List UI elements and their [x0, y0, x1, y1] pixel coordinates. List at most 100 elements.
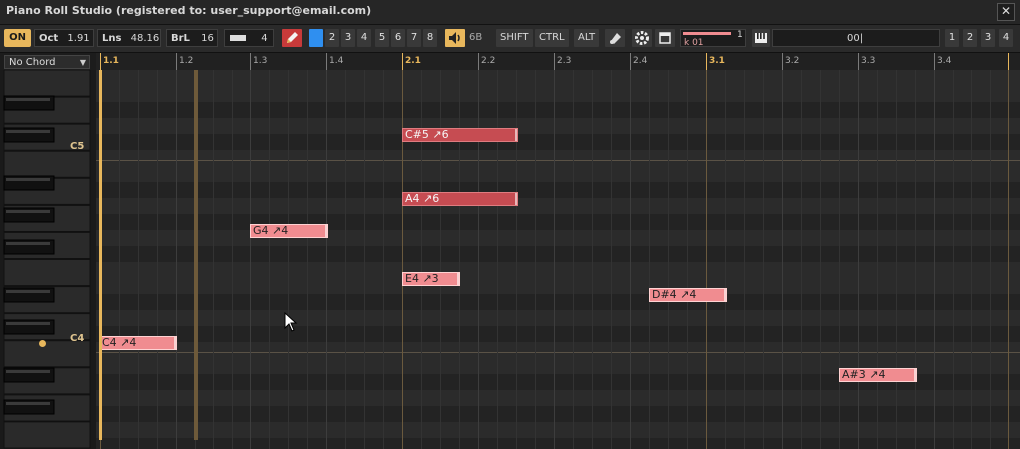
sub-beat-line [668, 70, 669, 449]
black-key-highlight [6, 210, 50, 213]
sub-beat-line [839, 70, 840, 449]
white-key[interactable] [3, 340, 91, 368]
black-key-highlight [6, 322, 50, 325]
sub-beat-line [157, 70, 158, 449]
white-key[interactable] [3, 70, 91, 97]
sub-beat-line [459, 70, 460, 449]
snap-button-3[interactable]: 3 [341, 29, 355, 47]
stamp-icon[interactable] [605, 29, 625, 47]
chevron-down-icon: ▼ [79, 58, 86, 67]
bar-length-label: BrL [171, 33, 190, 44]
sub-beat-line [516, 70, 517, 449]
sub-beat-line [119, 70, 120, 449]
note[interactable]: A#3 ↗4 [839, 368, 917, 382]
grid-row [96, 342, 1020, 359]
beat-line [1008, 70, 1009, 449]
ruler-label: 3.3 [861, 56, 876, 66]
white-key[interactable] [3, 421, 91, 449]
snap-button-4[interactable]: 4 [357, 29, 371, 47]
bar-length-field[interactable]: BrL 16 [166, 29, 218, 47]
close-icon[interactable]: ✕ [997, 3, 1015, 21]
window-layout-icon[interactable] [655, 29, 675, 47]
beat-line [934, 70, 935, 449]
note[interactable]: C4 ↗4 [99, 336, 177, 350]
snap-button-6[interactable]: 6 [391, 29, 405, 47]
sub-beat-line [213, 70, 214, 449]
note[interactable]: D#4 ↗4 [649, 288, 727, 302]
snap-button-5[interactable]: 5 [375, 29, 389, 47]
c4-key-label: C4 [70, 333, 85, 344]
grid-row [96, 134, 1020, 151]
gear-icon[interactable] [632, 29, 652, 47]
beat-line [630, 70, 631, 449]
mouse-cursor-icon [284, 312, 298, 332]
pattern-field[interactable]: 00| [772, 29, 940, 47]
loop-marker[interactable] [194, 70, 198, 440]
grid-row [96, 422, 1020, 439]
beat-line [706, 70, 707, 449]
grid-row [96, 438, 1020, 449]
note[interactable]: E4 ↗3 [402, 272, 460, 286]
sub-beat-line [687, 70, 688, 449]
note[interactable]: G4 ↗4 [250, 224, 328, 238]
playhead[interactable] [99, 70, 102, 440]
sub-beat-line [820, 70, 821, 449]
grid-row [96, 102, 1020, 119]
pencil-icon[interactable] [282, 29, 302, 47]
ruler-tick: 3.3 [858, 53, 875, 70]
step-length-field[interactable]: 4 [224, 29, 274, 47]
ctrl-modifier-button[interactable]: CTRL [535, 29, 569, 47]
beat-line [858, 70, 859, 449]
alt-modifier-button[interactable]: ALT [574, 29, 600, 47]
white-key[interactable] [3, 150, 91, 178]
grid-row [96, 198, 1020, 215]
sub-beat-line [421, 70, 422, 449]
snap-button-8[interactable]: 8 [423, 29, 437, 47]
chord-select-value: No Chord [9, 57, 56, 68]
ruler-tick: 1.1 [100, 53, 119, 70]
grid-row [96, 278, 1020, 295]
view-button-4[interactable]: 4 [999, 29, 1013, 47]
snap-button-7[interactable]: 7 [407, 29, 421, 47]
toolbar: ON Oct 1.91 Lns 48.16 BrL 16 4 2 3 4 5 6… [0, 25, 1020, 53]
ruler-tick: 1.2 [176, 53, 193, 70]
channel-value: 1 [737, 30, 743, 40]
grid-row [96, 246, 1020, 263]
chord-select[interactable]: No Chord ▼ [4, 55, 90, 69]
view-button-1[interactable]: 1 [945, 29, 959, 47]
grid-row [96, 214, 1020, 231]
window-title: Piano Roll Studio (registered to: user_s… [6, 4, 372, 17]
piano-icon[interactable] [752, 29, 770, 47]
grid-row [96, 70, 1020, 87]
piano-keyboard[interactable]: C5 C4 [0, 70, 96, 449]
timeline-ruler[interactable]: 1.1 1.2 1.3 1.4 2.1 2.2 2.3 2.4 3.1 3.2 … [96, 53, 1020, 71]
lines-field[interactable]: Lns 48.16 [97, 29, 161, 47]
black-key-highlight [6, 290, 50, 293]
sub-beat-line [971, 70, 972, 449]
speaker-icon[interactable] [445, 29, 465, 47]
snap-button-1[interactable] [309, 29, 323, 47]
note[interactable]: C#5 ↗6 [402, 128, 518, 142]
c5-key-label: C5 [70, 141, 85, 152]
view-button-2[interactable]: 2 [963, 29, 977, 47]
shift-modifier-button[interactable]: SHIFT [496, 29, 533, 47]
snap-button-2[interactable]: 2 [325, 29, 339, 47]
sub-beat-line [801, 70, 802, 449]
view-button-3[interactable]: 3 [981, 29, 995, 47]
note[interactable]: A4 ↗6 [402, 192, 518, 206]
bar-length-value: 16 [201, 33, 214, 44]
channel-field[interactable]: k 01 1 [680, 29, 746, 48]
note-grid[interactable]: C#5 ↗6 A4 ↗6 G4 ↗4 E4 ↗3 D#4 ↗4 C4 ↗4 A#… [96, 70, 1020, 449]
octave-field[interactable]: Oct 1.91 [34, 29, 94, 47]
white-key[interactable] [3, 259, 91, 287]
sub-beat-line [725, 70, 726, 449]
sub-beat-line [915, 70, 916, 449]
ruler-label: 1.2 [179, 56, 194, 66]
root-marker [39, 340, 46, 347]
sub-beat-line [744, 70, 745, 449]
on-toggle-button[interactable]: ON [4, 29, 31, 47]
ruler-tick: 2.4 [630, 53, 647, 70]
lines-label: Lns [102, 33, 122, 44]
beat-line [250, 70, 251, 449]
sub-beat-line [138, 70, 139, 449]
